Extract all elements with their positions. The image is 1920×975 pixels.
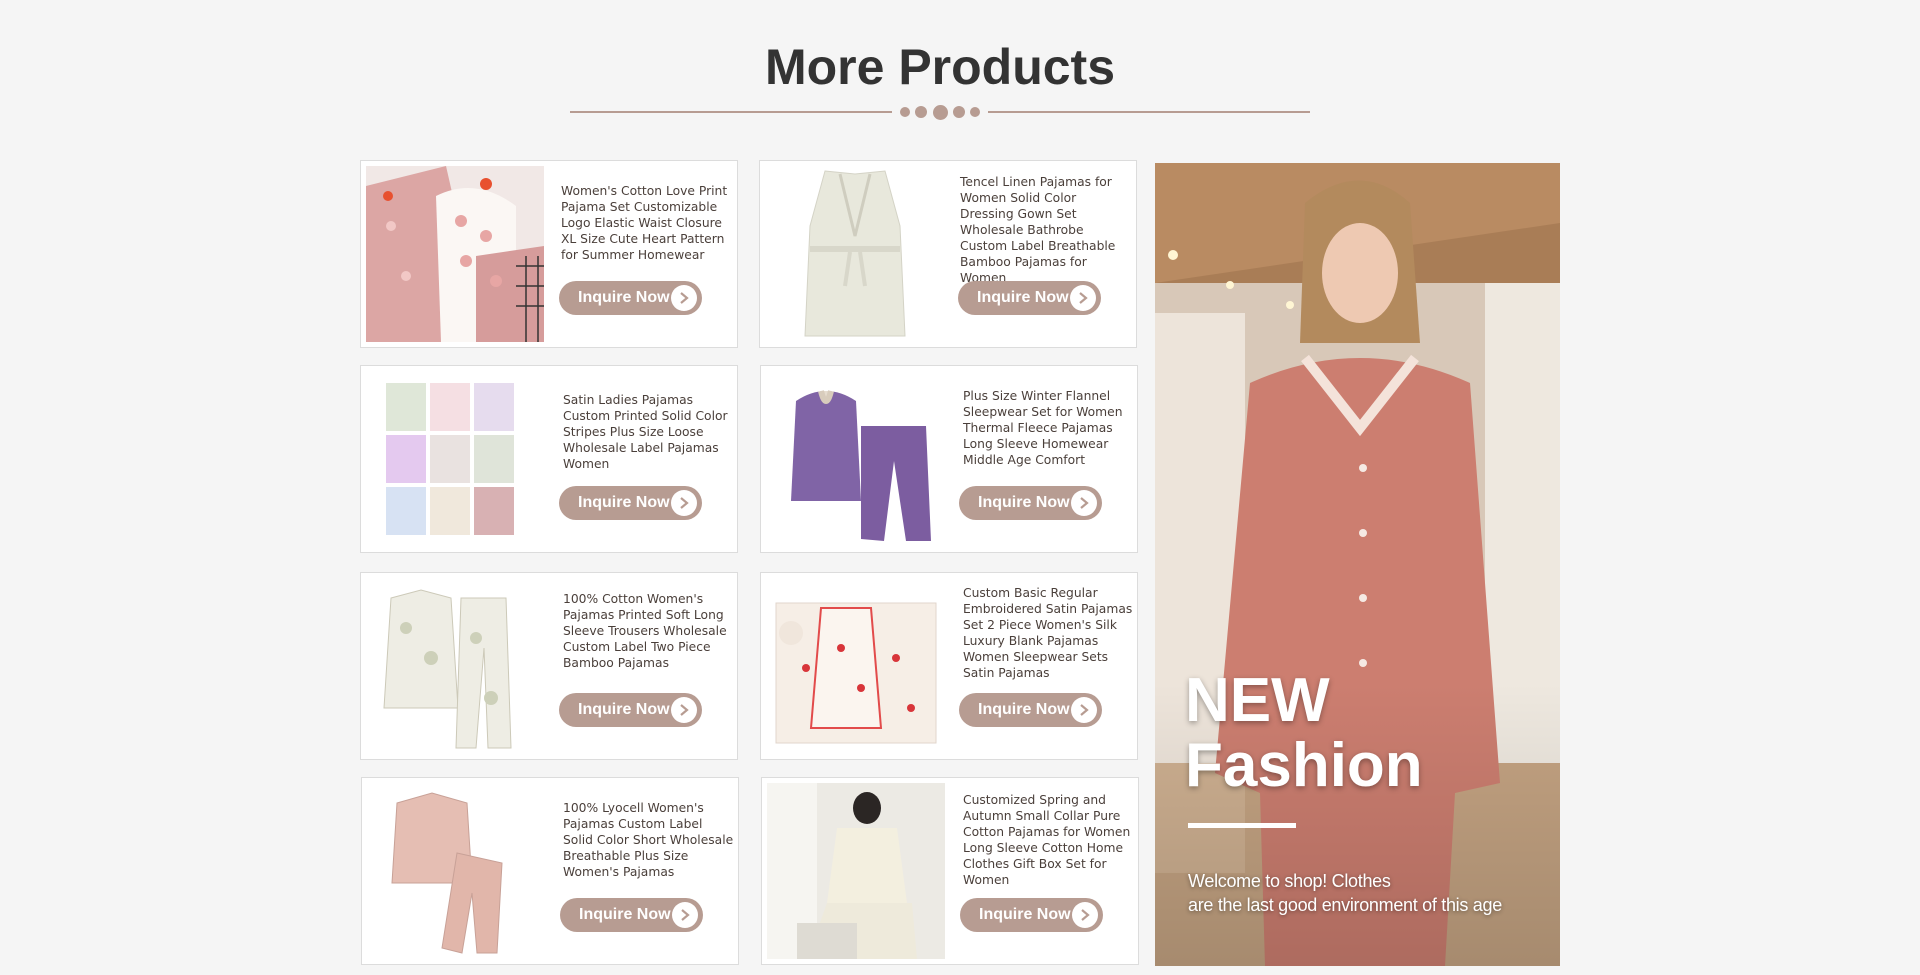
chevron-right-icon (1072, 902, 1098, 928)
divider-dot (970, 107, 980, 117)
product-name[interactable]: Women's Cotton Love Print Pajama Set Cus… (561, 183, 733, 263)
banner-headline-fashion: Fashion (1185, 731, 1423, 800)
inquire-now-button[interactable]: Inquire Now (560, 898, 703, 932)
inquire-now-label: Inquire Now (979, 906, 1071, 923)
chevron-right-icon (672, 902, 698, 928)
divider-line-left (570, 111, 892, 113)
inquire-now-button[interactable]: Inquire Now (960, 898, 1103, 932)
product-name[interactable]: 100% Lyocell Women's Pajamas Custom Labe… (563, 800, 735, 880)
banner-headline-new: NEW (1185, 666, 1330, 735)
inquire-now-label: Inquire Now (978, 701, 1070, 718)
product-card[interactable]: 100% Cotton Women's Pajamas Printed Soft… (360, 572, 738, 760)
inquire-now-label: Inquire Now (977, 289, 1069, 306)
divider-dot (900, 107, 910, 117)
divider-dot (952, 106, 965, 118)
banner-tagline-line1: Welcome to shop! Clothes (1188, 871, 1391, 891)
banner-tagline-line2: are the last good environment of this ag… (1188, 895, 1502, 915)
product-name[interactable]: 100% Cotton Women's Pajamas Printed Soft… (563, 591, 735, 671)
chevron-right-icon (1071, 697, 1097, 723)
divider-dot (932, 104, 948, 120)
chevron-right-icon (671, 697, 697, 723)
product-card[interactable]: Satin Ladies Pajamas Custom Printed Soli… (360, 365, 738, 553)
product-name[interactable]: Custom Basic Regular Embroidered Satin P… (963, 585, 1135, 681)
section-title: More Products (764, 39, 1116, 95)
inquire-now-button[interactable]: Inquire Now (959, 693, 1102, 727)
product-name[interactable]: Satin Ladies Pajamas Custom Printed Soli… (563, 392, 735, 472)
chevron-right-icon (671, 285, 697, 311)
inquire-now-button[interactable]: Inquire Now (958, 281, 1101, 315)
inquire-now-button[interactable]: Inquire Now (959, 486, 1102, 520)
product-image-cotton-print-set[interactable] (366, 578, 544, 754)
product-image-lyocell-set[interactable] (367, 783, 545, 959)
inquire-now-label: Inquire Now (578, 494, 670, 511)
product-image-linen-robe[interactable] (765, 166, 943, 342)
chevron-right-icon (671, 490, 697, 516)
banner-model-image (1155, 163, 1560, 966)
banner-tagline: Welcome to shop! Clothes are the last go… (1188, 869, 1548, 917)
product-name[interactable]: Customized Spring and Autumn Small Colla… (963, 792, 1135, 888)
product-image-model-cotton-set[interactable] (767, 783, 945, 959)
chevron-right-icon (1071, 490, 1097, 516)
product-image-heart-pajama-set[interactable] (366, 166, 544, 342)
product-card[interactable]: Custom Basic Regular Embroidered Satin P… (760, 572, 1138, 760)
inquire-now-button[interactable]: Inquire Now (559, 486, 702, 520)
chevron-right-icon (1070, 285, 1096, 311)
inquire-now-label: Inquire Now (579, 906, 671, 923)
product-card[interactable]: 100% Lyocell Women's Pajamas Custom Labe… (361, 777, 739, 965)
title-divider (570, 104, 1310, 120)
inquire-now-label: Inquire Now (578, 289, 670, 306)
inquire-now-label: Inquire Now (978, 494, 1070, 511)
new-fashion-banner[interactable]: NEW Fashion Welcome to shop! Clothes are… (1155, 163, 1560, 966)
inquire-now-button[interactable]: Inquire Now (559, 693, 702, 727)
product-image-satin-color-grid[interactable] (366, 371, 544, 547)
divider-dots (900, 104, 980, 120)
product-card[interactable]: Women's Cotton Love Print Pajama Set Cus… (360, 160, 738, 348)
product-card[interactable]: Plus Size Winter Flannel Sleepwear Set f… (760, 365, 1138, 553)
product-card[interactable]: Customized Spring and Autumn Small Colla… (761, 777, 1139, 965)
product-name[interactable]: Tencel Linen Pajamas for Women Solid Col… (960, 174, 1132, 286)
inquire-now-label: Inquire Now (578, 701, 670, 718)
inquire-now-button[interactable]: Inquire Now (559, 281, 702, 315)
divider-dot (915, 106, 928, 118)
product-name[interactable]: Plus Size Winter Flannel Sleepwear Set f… (963, 388, 1135, 468)
product-image-purple-fleece-set[interactable] (766, 371, 944, 547)
product-card[interactable]: Tencel Linen Pajamas for Women Solid Col… (759, 160, 1137, 348)
divider-line-right (988, 111, 1310, 113)
banner-underline (1188, 823, 1296, 828)
product-image-cherry-satin-set[interactable] (766, 578, 944, 754)
